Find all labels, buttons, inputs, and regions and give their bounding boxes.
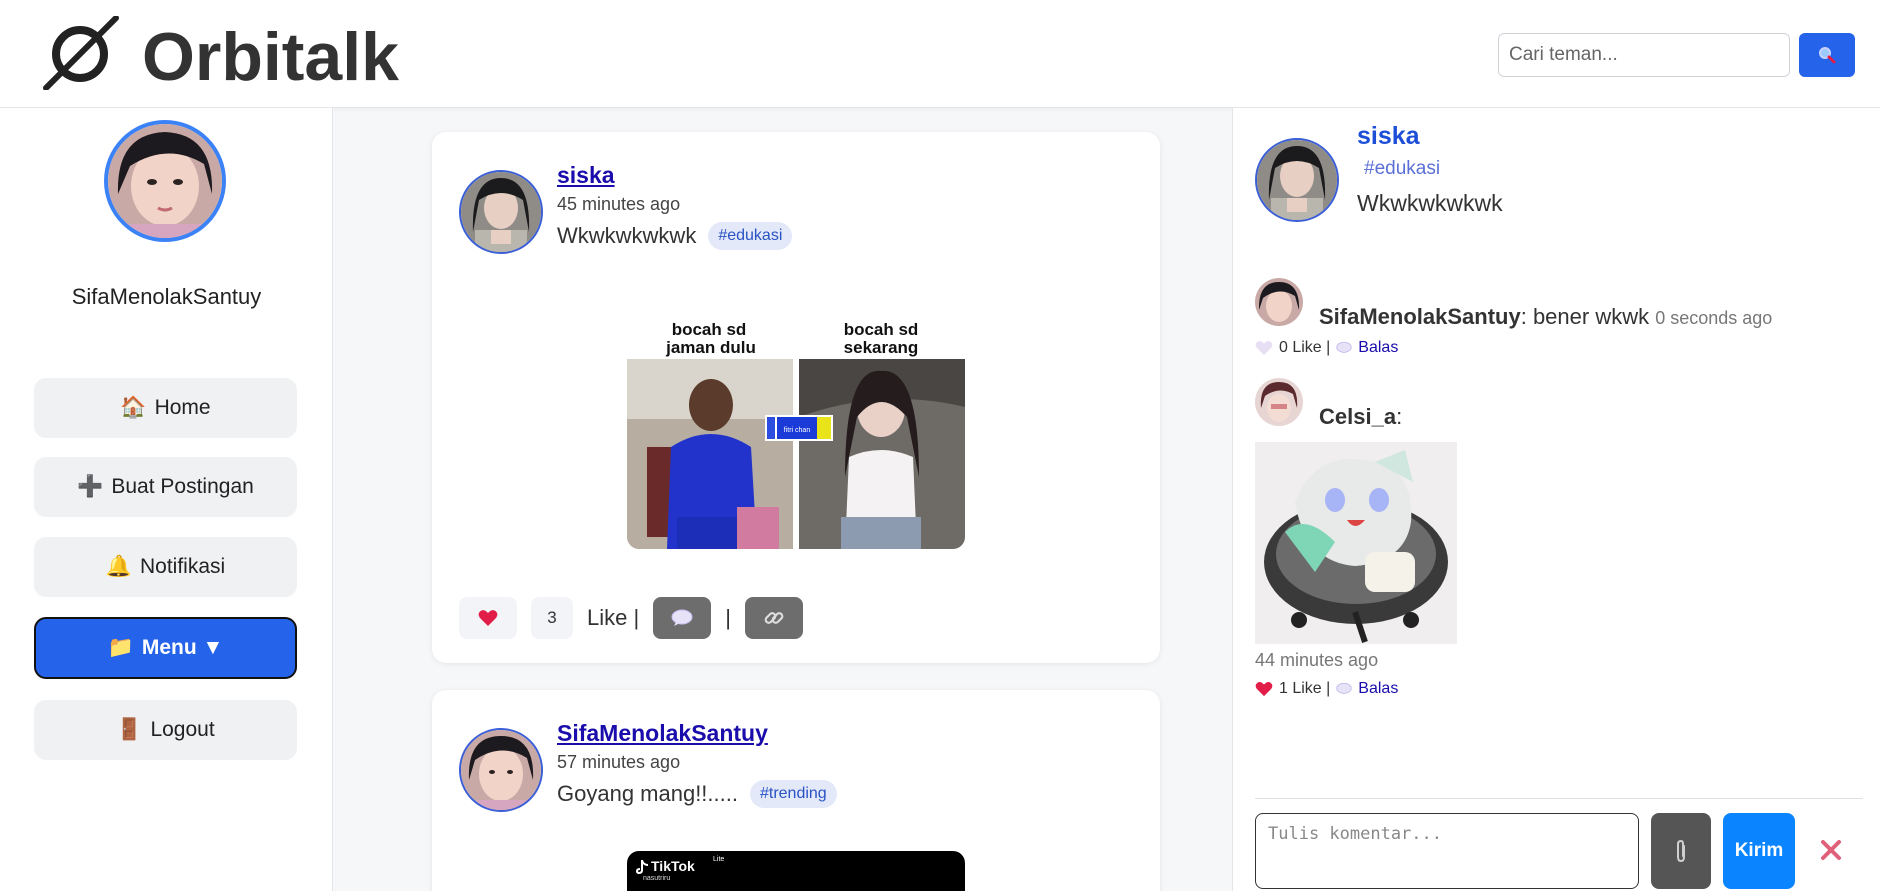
meme-sticker-label: fitri chan: [784, 427, 811, 434]
detail-post-text: Wkwkwkwkwk: [1357, 190, 1503, 216]
meme-left-caption: bocah sd: [672, 320, 747, 339]
post-timestamp: 57 minutes ago: [557, 752, 681, 772]
sidebar-home-button[interactable]: 🏠 Home: [34, 378, 297, 438]
send-comment-button[interactable]: Kirim: [1723, 813, 1795, 889]
orbit-logo-icon: [43, 16, 119, 90]
search-friends-input[interactable]: [1498, 33, 1790, 77]
speech-bubble-icon: [1336, 682, 1352, 694]
profile-avatar[interactable]: [104, 120, 226, 242]
post-author-avatar[interactable]: [459, 170, 543, 254]
close-panel-button[interactable]: [1813, 832, 1849, 868]
search-icon: [1819, 47, 1836, 64]
comment-time: 44 minutes ago: [1255, 650, 1379, 670]
comment-reply-link[interactable]: Balas: [1358, 680, 1398, 698]
comment-line: Celsi_a:: [1319, 404, 1402, 430]
sidebar-item-label: Menu ▼: [141, 636, 224, 659]
comment-like-count: 0 Like |: [1279, 339, 1331, 356]
post-text: Goyang mang!!.....: [557, 781, 738, 806]
post-author-link[interactable]: SifaMenolakSantuy: [557, 720, 768, 747]
sidebar-item-label: Notifikasi: [139, 555, 226, 578]
like-button[interactable]: [459, 597, 517, 639]
comment-reply-link[interactable]: Balas: [1358, 339, 1398, 357]
speech-bubble-icon: [671, 609, 693, 626]
heart-icon: [478, 610, 498, 626]
bell-icon: 🔔: [105, 555, 132, 578]
comment-line: SifaMenolakSantuy: bener wkwk 0 seconds …: [1319, 304, 1772, 330]
app-logo-text: Orbitalk: [142, 19, 399, 95]
comment-image[interactable]: [1255, 442, 1457, 644]
attach-button[interactable]: [1651, 813, 1711, 889]
post-author-link[interactable]: siska: [557, 162, 615, 189]
post-hashtag[interactable]: #edukasi: [708, 222, 793, 250]
search-button[interactable]: [1799, 33, 1855, 77]
link-icon: [764, 612, 784, 624]
tiktok-icon: [636, 860, 648, 874]
paperclip-icon: [1677, 839, 1685, 863]
folder-icon: 📁: [107, 636, 134, 659]
post-actions: 3 Like | |: [459, 597, 803, 639]
post-caption: Wkwkwkwkwk #edukasi: [557, 222, 793, 250]
profile-username[interactable]: SifaMenolakSantuy: [0, 284, 333, 310]
sidebar-item-label: Home: [154, 396, 211, 419]
heart-outline-icon[interactable]: [1255, 340, 1273, 356]
sidebar-logout-button[interactable]: 🚪 Logout: [34, 700, 297, 760]
action-separator: |: [725, 605, 731, 630]
tiktok-handle: nasutriru: [643, 875, 671, 882]
comment-meta: 1 Like | Balas: [1255, 680, 1398, 698]
comment-button[interactable]: [653, 597, 712, 639]
like-count: 3: [531, 597, 573, 639]
sidebar: SifaMenolakSantuy 🏠 Home ➕ Buat Postinga…: [0, 108, 333, 891]
tiktok-brand-sup: Lite: [713, 856, 725, 863]
top-header: Orbitalk: [0, 0, 1880, 108]
post-video[interactable]: TikTok Lite nasutriru: [627, 851, 965, 891]
sidebar-menu-button[interactable]: 📁 Menu ▼: [34, 617, 297, 679]
comment-author[interactable]: Celsi_a: [1319, 404, 1396, 429]
sidebar-create-post-button[interactable]: ➕ Buat Postingan: [34, 457, 297, 517]
post-timestamp: 45 minutes ago: [557, 194, 681, 214]
speech-bubble-icon: [1336, 341, 1352, 353]
home-icon: 🏠: [120, 396, 147, 419]
like-label: Like |: [587, 605, 640, 630]
comment-like-count: 1 Like |: [1279, 680, 1331, 697]
detail-hashtag[interactable]: #edukasi: [1364, 158, 1440, 180]
post-detail-panel: siska #edukasi Wkwkwkwkwk SifaMenolakSan…: [1232, 108, 1880, 891]
comment-text: :: [1396, 404, 1403, 429]
comment-author[interactable]: SifaMenolakSantuy: [1319, 304, 1521, 329]
feed-post: SifaMenolakSantuy 57 minutes ago Goyang …: [432, 690, 1160, 891]
meme-right-caption: sekarang: [844, 338, 919, 357]
post-text: Wkwkwkwkwk: [557, 223, 697, 248]
sidebar-notifications-button[interactable]: 🔔 Notifikasi: [34, 537, 297, 597]
comment-time: 0 seconds ago: [1655, 308, 1773, 328]
post-image[interactable]: bocah sd jaman dulu bocah sd sekarang fi…: [627, 317, 965, 549]
post-author-avatar[interactable]: [459, 728, 543, 812]
comment-text: : bener wkwk: [1520, 304, 1650, 329]
panel-divider: [1255, 798, 1863, 799]
door-icon: 🚪: [116, 718, 143, 741]
post-caption: Goyang mang!!..... #trending: [557, 780, 837, 808]
heart-icon[interactable]: [1255, 681, 1273, 697]
comment-input[interactable]: [1255, 813, 1639, 889]
share-link-button[interactable]: [744, 597, 803, 639]
detail-author-name[interactable]: siska: [1357, 122, 1420, 151]
meme-right-caption: bocah sd: [844, 320, 919, 339]
comment-meta: 0 Like | Balas: [1255, 339, 1398, 357]
plus-icon: ➕: [77, 475, 104, 498]
feed-post: siska 45 minutes ago Wkwkwkwkwk #edukasi…: [432, 132, 1160, 663]
detail-author-avatar[interactable]: [1255, 138, 1339, 222]
sidebar-item-label: Buat Postingan: [111, 475, 254, 498]
close-icon: [1821, 840, 1841, 860]
sidebar-item-label: Logout: [150, 718, 215, 741]
comment-avatar[interactable]: [1255, 278, 1303, 326]
post-hashtag[interactable]: #trending: [749, 780, 837, 808]
tiktok-brand: TikTok: [651, 858, 695, 874]
meme-left-caption: jaman dulu: [665, 338, 756, 357]
comment-avatar[interactable]: [1255, 378, 1303, 426]
